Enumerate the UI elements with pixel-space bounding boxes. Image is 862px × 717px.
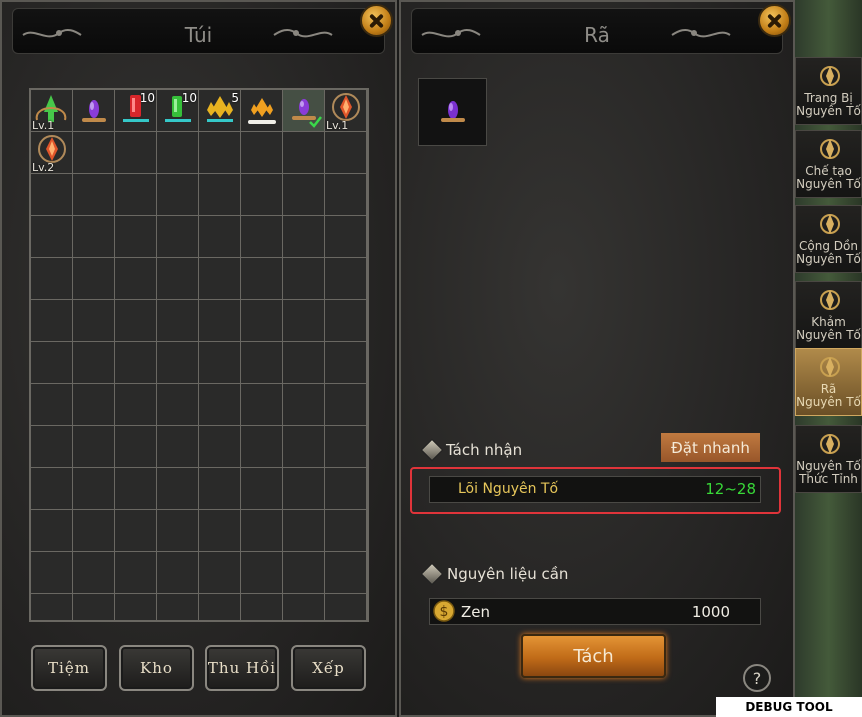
inventory-slot[interactable]: Lv.1	[31, 90, 72, 132]
orange-crystal-icon	[248, 98, 276, 124]
bag-close-button[interactable]	[360, 4, 393, 37]
equip-element-icon	[820, 66, 840, 86]
sidebar-item-label: Cộng Dồn Nguyên Tố	[796, 239, 861, 266]
ornament-icon	[273, 28, 333, 38]
bag-panel: Túi Lv.1 10 10 5 Lv.1 Lv.2 Tiệm Kho Thu Hồi X…	[0, 0, 397, 717]
sidebar-item-1[interactable]: Trang Bị Nguyên Tố	[795, 57, 862, 125]
zen-coin-icon: $	[433, 600, 455, 622]
dismantle-element-icon	[820, 357, 840, 377]
sidebar-item-2[interactable]: Chế tạo Nguyên Tố	[795, 130, 862, 198]
inventory-slot[interactable]: Lv.2	[31, 132, 72, 174]
svg-text:$: $	[440, 604, 449, 620]
result-range: 12~28	[705, 480, 756, 498]
ornament-icon	[671, 28, 731, 38]
sidebar-item-label: Nguyên Tố Thức Tỉnh	[796, 459, 861, 486]
receive-label: Tách nhận	[446, 441, 523, 459]
sidebar-item-5[interactable]: Rã Nguyên Tố	[795, 348, 862, 416]
dismantle-button[interactable]: Tách	[521, 634, 666, 678]
slot-quantity: 10	[181, 91, 197, 105]
cost-currency: Zen	[461, 603, 491, 621]
inventory-slot[interactable]	[283, 90, 324, 131]
sidebar-item-label: Trang Bị Nguyên Tố	[796, 91, 861, 118]
inventory-slot[interactable]: 10	[115, 90, 156, 131]
sidebar-item-label: Chế tạo Nguyên Tố	[796, 164, 861, 191]
bag-title-bar: Túi	[12, 8, 385, 54]
sidebar-item-3[interactable]: Cộng Dồn Nguyên Tố	[795, 205, 862, 273]
slot-quantity: 10	[139, 91, 155, 105]
slot-quantity: 5	[231, 91, 239, 105]
inventory-slot[interactable]	[241, 90, 282, 131]
sidebar-item-label: Khảm Nguyên Tố	[796, 315, 861, 342]
dismantle-close-button[interactable]	[758, 4, 791, 37]
element-sidebar: Trang Bị Nguyên Tố Chế tạo Nguyên Tố Cộng …	[795, 0, 862, 717]
inventory-slot[interactable]: 10	[157, 90, 198, 131]
craft-element-icon	[820, 139, 840, 159]
purple-gem-selected-icon	[292, 99, 322, 128]
help-button[interactable]: ?	[743, 664, 771, 692]
cost-amount: 1000	[691, 603, 730, 621]
inventory-slot[interactable]: 5	[199, 90, 240, 131]
stack-element-icon	[820, 214, 840, 234]
slot-level: Lv.1	[326, 119, 349, 132]
awaken-element-icon	[820, 434, 840, 454]
shop-button[interactable]: Tiệm	[31, 645, 107, 691]
inventory-slot[interactable]: Lv.1	[325, 90, 366, 132]
inventory-slot[interactable]	[73, 90, 114, 131]
slot-level: Lv.2	[32, 161, 55, 174]
slot-level: Lv.1	[32, 119, 55, 132]
quick-place-button[interactable]: Đặt nhanh	[661, 433, 760, 462]
storage-button[interactable]: Kho	[119, 645, 194, 691]
sidebar-item-4[interactable]: Khảm Nguyên Tố	[795, 281, 862, 349]
purple-gem-icon	[82, 100, 106, 122]
inventory-grid: Lv.1 10 10 5 Lv.1 Lv.2	[29, 88, 369, 622]
cost-row: $ Zen 1000	[429, 598, 761, 625]
result-row: Lõi Nguyên Tố 12~28	[429, 476, 761, 503]
purple-gem-icon	[441, 101, 465, 122]
dismantle-title-bar: Rã	[411, 8, 783, 54]
sidebar-item-label: Rã Nguyên Tố	[796, 382, 861, 409]
result-name: Lõi Nguyên Tố	[458, 481, 559, 497]
materials-label: Nguyên liệu cần	[447, 565, 569, 583]
debug-tool-label[interactable]: DEBUG TOOL	[716, 697, 862, 717]
sort-button[interactable]: Xếp	[291, 645, 366, 691]
inlay-element-icon	[820, 290, 840, 310]
recall-button[interactable]: Thu Hồi	[205, 645, 279, 691]
sidebar-item-6[interactable]: Nguyên Tố Thức Tỉnh	[795, 425, 862, 493]
dismantle-item-slot[interactable]	[418, 78, 487, 146]
